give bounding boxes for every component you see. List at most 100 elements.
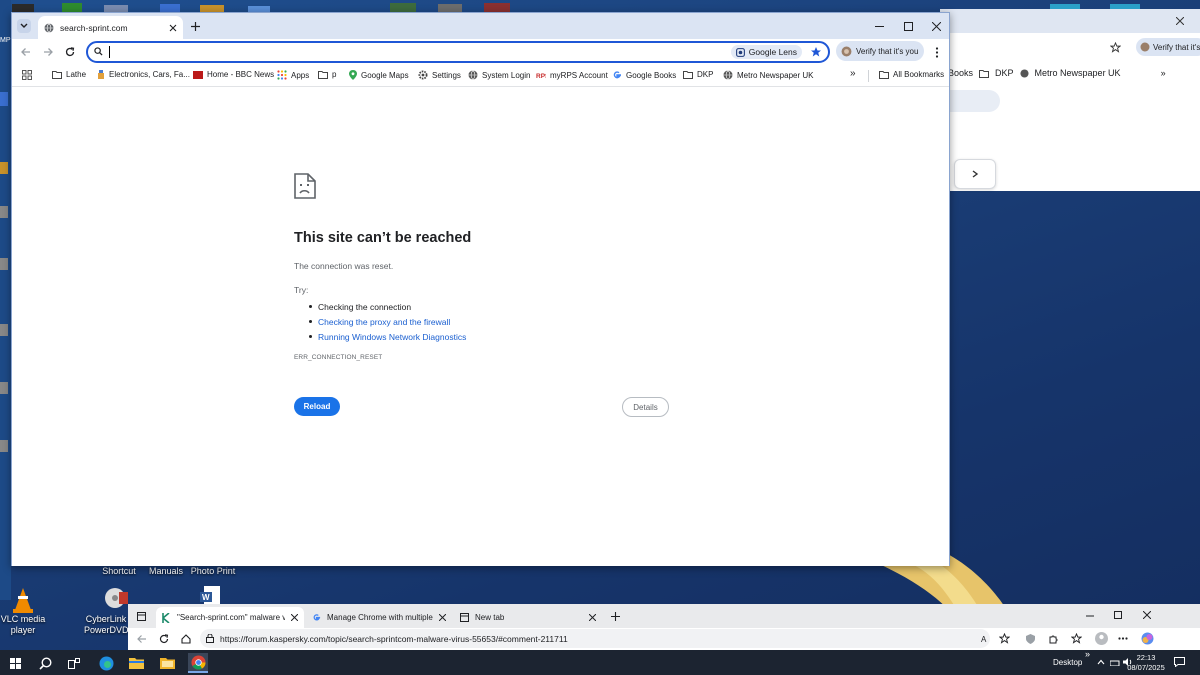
- bookmark-google-books[interactable]: Google Books: [612, 70, 676, 80]
- chevron-up-icon[interactable]: [1097, 659, 1105, 665]
- desktop-icon-powerdvd[interactable]: CyberLink PowerDVD: [84, 586, 128, 636]
- reload-icon[interactable]: [159, 634, 169, 644]
- suggestion-item-link[interactable]: Running Windows Network Diagnostics: [309, 329, 466, 344]
- plus-icon[interactable]: [611, 612, 620, 621]
- bookmark-p[interactable]: p: [318, 70, 336, 79]
- reload-button[interactable]: [62, 44, 78, 60]
- home-icon[interactable]: [181, 634, 191, 644]
- globe-icon: [44, 22, 54, 33]
- close-icon[interactable]: [1143, 611, 1151, 619]
- profile-avatar-icon[interactable]: [1095, 632, 1108, 645]
- all-bookmarks[interactable]: All Bookmarks: [879, 70, 944, 79]
- suggestion-link-diagnostics[interactable]: Running Windows Network Diagnostics: [318, 332, 466, 342]
- search-icon: [38, 656, 52, 670]
- close-icon[interactable]: [589, 614, 596, 621]
- bookmark-dkp[interactable]: DKP: [683, 70, 713, 79]
- edge-window[interactable]: "Search-sprint.com" malware virus Manage…: [128, 604, 1200, 650]
- gear-icon: [418, 70, 428, 80]
- bookmarks-overflow-button[interactable]: »: [850, 68, 856, 79]
- bookmark-google-maps[interactable]: Google Maps: [349, 70, 409, 80]
- tab-strip: search-sprint.com: [12, 13, 949, 39]
- edge-tab-kaspersky[interactable]: "Search-sprint.com" malware virus: [156, 607, 304, 628]
- arrow-left-icon[interactable]: [137, 634, 147, 644]
- omnibox[interactable]: Google Lens: [86, 41, 830, 63]
- forward-button[interactable]: [40, 44, 56, 60]
- bookmark-electronics[interactable]: Electronics, Cars, Fa...: [97, 70, 190, 79]
- chrome-browser-icon: [191, 655, 205, 669]
- background-bookmark-dkp[interactable]: DKP: [995, 68, 1014, 78]
- new-tab-button[interactable]: [187, 18, 203, 34]
- notification-icon[interactable]: [1174, 657, 1185, 667]
- suggestion-item-link[interactable]: Checking the proxy and the firewall: [309, 314, 466, 329]
- suggestion-link-proxy[interactable]: Checking the proxy and the firewall: [318, 317, 450, 327]
- reload-page-button[interactable]: Reload: [294, 397, 340, 416]
- profile-chip-label: Verify that it's you: [856, 46, 919, 56]
- taskbar-edge[interactable]: [96, 653, 116, 673]
- star-icon[interactable]: [1110, 42, 1121, 53]
- bullet-icon: [309, 305, 312, 308]
- bookmark-metro[interactable]: Metro Newspaper UK: [723, 70, 813, 80]
- edge-tab-new-tab[interactable]: New tab: [454, 607, 602, 628]
- more-icon[interactable]: [1118, 637, 1128, 640]
- minimize-button[interactable]: [865, 13, 893, 39]
- back-button[interactable]: [18, 44, 34, 60]
- bookmark-bbc-news[interactable]: Home - BBC News: [193, 70, 274, 79]
- maximize-button[interactable]: [894, 13, 922, 39]
- maximize-icon[interactable]: [1114, 611, 1122, 619]
- desktop-icon-word[interactable]: W: [200, 586, 224, 606]
- apps-icon: [277, 70, 287, 80]
- chevron-right-double-icon[interactable]: »: [1161, 68, 1166, 78]
- task-view-button[interactable]: [64, 653, 84, 673]
- bookmark-system-login[interactable]: System Login: [468, 70, 530, 80]
- close-icon[interactable]: [439, 614, 446, 621]
- tab-actions-icon[interactable]: [137, 612, 146, 621]
- clock[interactable]: 22:13 08/07/2025: [1126, 653, 1166, 673]
- close-icon[interactable]: [169, 24, 177, 32]
- favorites-icon[interactable]: [1071, 633, 1082, 644]
- search-button[interactable]: [35, 653, 55, 673]
- network-icon[interactable]: [1110, 658, 1120, 666]
- read-aloud-icon[interactable]: A: [981, 634, 991, 644]
- grid-icon: [22, 70, 32, 80]
- taskbar-chrome[interactable]: [188, 653, 208, 673]
- maps-pin-icon: [349, 70, 357, 80]
- close-icon[interactable]: [291, 614, 298, 621]
- profile-chip[interactable]: Verify that it's you: [836, 41, 924, 61]
- copilot-icon[interactable]: [1141, 632, 1154, 645]
- extensions-icon[interactable]: [1048, 634, 1058, 644]
- bookmark-lathe[interactable]: Lathe: [52, 70, 86, 79]
- windows-logo-icon: [9, 657, 21, 669]
- taskbar: Desktop » 22:13 08/07/2025: [0, 649, 1200, 675]
- chrome-window[interactable]: search-sprint.com Google Lens Verify tha…: [11, 12, 950, 566]
- edge-tab-manage-chrome[interactable]: Manage Chrome with multiple pr: [306, 607, 452, 628]
- start-button[interactable]: [5, 653, 25, 673]
- edge-address-bar[interactable]: https://forum.kaspersky.com/topic/search…: [200, 629, 990, 648]
- shield-icon[interactable]: [1026, 634, 1035, 644]
- tab-search-button[interactable]: [17, 19, 31, 33]
- toolbar-overflow[interactable]: »: [1085, 649, 1090, 659]
- bookmark-myrps[interactable]: RPS myRPS Account: [536, 70, 608, 80]
- apps-grid-button[interactable]: [22, 70, 32, 80]
- background-bookmark-metro[interactable]: Metro Newspaper UK: [1035, 68, 1121, 78]
- close-window-button[interactable]: [922, 13, 950, 39]
- menu-button[interactable]: [929, 44, 945, 60]
- tab-active[interactable]: search-sprint.com: [38, 16, 183, 39]
- taskbar-file-explorer[interactable]: [126, 653, 146, 673]
- star-outline-icon[interactable]: [999, 633, 1010, 644]
- minimize-icon[interactable]: [1086, 615, 1094, 617]
- taskbar-file-explorer-2[interactable]: [157, 653, 177, 673]
- lens-icon: [735, 47, 745, 57]
- bookmark-apps[interactable]: Apps: [277, 70, 309, 80]
- bookmark-settings[interactable]: Settings: [418, 70, 461, 80]
- background-bookmark-books[interactable]: Books: [948, 68, 973, 78]
- background-bookmarks-bar: Books DKP Metro Newspaper UK »: [940, 61, 1200, 85]
- background-browser-window[interactable]: Verify that it's Books DKP Metro Newspap…: [940, 9, 1200, 191]
- background-verify-chip[interactable]: Verify that it's: [1136, 38, 1200, 56]
- close-icon[interactable]: [1176, 17, 1184, 25]
- desktop-toolbar-label[interactable]: Desktop: [1053, 658, 1082, 667]
- google-lens-button[interactable]: Google Lens: [730, 45, 802, 59]
- details-button[interactable]: Details: [622, 397, 669, 417]
- desktop-icon-photo-print[interactable]: Photo Print: [178, 566, 248, 577]
- background-next-button[interactable]: [954, 159, 996, 189]
- star-icon[interactable]: [810, 46, 822, 58]
